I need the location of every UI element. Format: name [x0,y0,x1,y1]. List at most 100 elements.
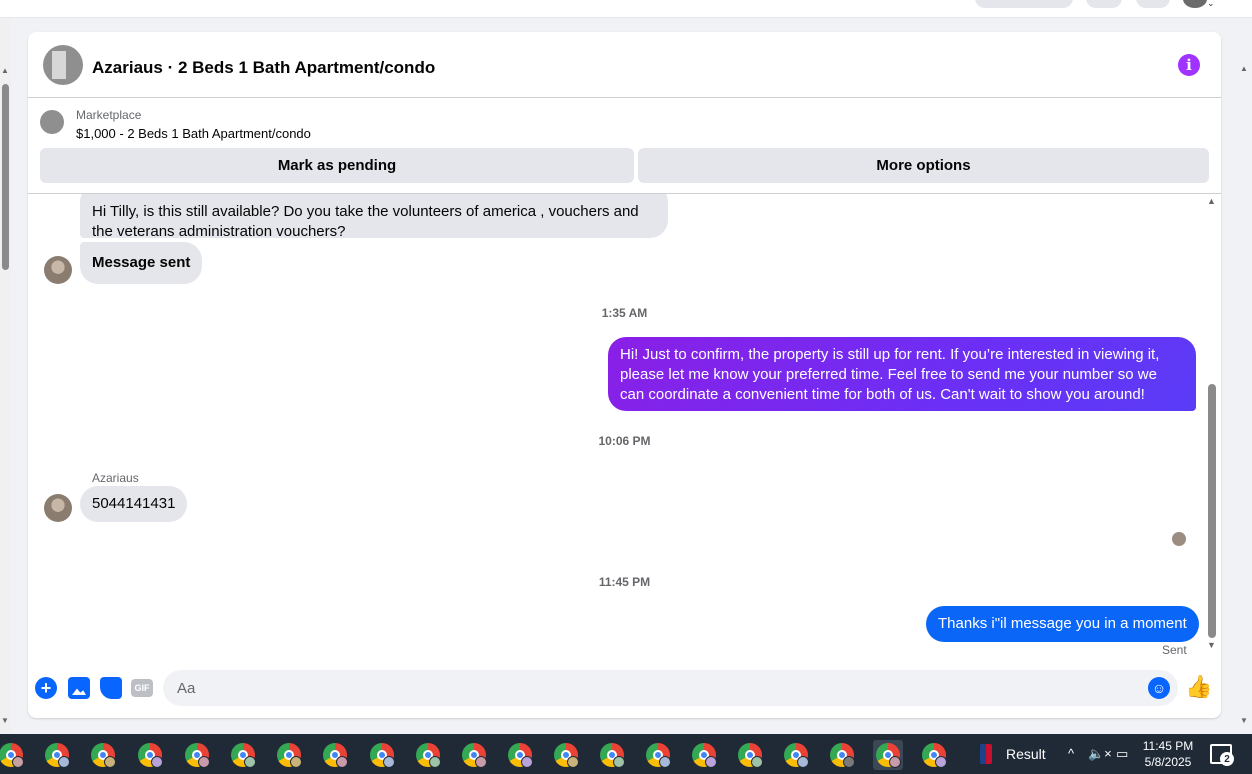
taskbar: Result ^ 🔈× ▭ 11:45 PM 5/8/2025 2 [0,734,1252,774]
profile-badge-icon [290,756,302,768]
chrome-profile-taskbar-button[interactable] [0,740,26,770]
seen-by-avatar [1172,532,1186,546]
network-icon[interactable]: ▭ [1116,746,1128,762]
top-nav-button[interactable] [1136,0,1170,8]
browser-top-strip: ⌄ [0,0,1252,18]
message-thread[interactable]: Hi Tilly, is this still available? Do yo… [28,194,1221,666]
scroll-up-icon[interactable]: ▲ [1207,196,1216,206]
incoming-message[interactable]: Message sent [80,242,203,284]
profile-badge-icon [751,756,763,768]
chrome-profile-taskbar-button[interactable] [735,740,765,770]
scroll-down-icon[interactable]: ▼ [1,716,9,725]
tray-caret-icon[interactable]: ^ [1068,746,1074,761]
profile-badge-icon [935,756,947,768]
profile-badge-icon [58,756,70,768]
page-scrollbar[interactable]: ▲ ▼ [0,18,11,732]
chrome-profile-taskbar-button[interactable] [919,740,949,770]
nba-icon[interactable] [980,744,992,764]
outgoing-message[interactable]: Hi! Just to confirm, the property is sti… [608,337,1196,411]
incoming-message[interactable]: Hi Tilly, is this still available? Do yo… [80,194,668,240]
chat-window: Azariaus · 2 Beds 1 Bath Apartment/condo… [28,32,1221,718]
chrome-profile-taskbar-button[interactable] [228,740,258,770]
chrome-profile-taskbar-button[interactable] [42,740,72,770]
chrome-profile-taskbar-button[interactable] [182,740,212,770]
marketplace-label: Marketplace [76,108,142,122]
profile-badge-icon [521,756,533,768]
profile-badge-icon [429,756,441,768]
volume-muted-icon[interactable]: 🔈× [1088,746,1112,762]
chevron-down-icon[interactable]: ⌄ [1207,0,1215,9]
photo-icon[interactable] [68,677,90,699]
profile-badge-icon [567,756,579,768]
scrollbar-thumb[interactable] [2,84,9,270]
scroll-down-icon[interactable]: ▼ [1207,640,1216,650]
profile-badge-icon [244,756,256,768]
chat-header: Azariaus · 2 Beds 1 Bath Apartment/condo… [28,32,1221,98]
sticker-icon[interactable] [100,677,122,699]
chrome-profile-taskbar-button[interactable] [827,740,857,770]
chrome-profile-taskbar-button[interactable] [274,740,304,770]
thread-scrollbar[interactable]: ▲ ▼ [1206,194,1218,666]
emoji-icon[interactable]: ☺ [1148,677,1170,699]
page-scrollbar-right[interactable]: ▲ ▼ [1236,18,1252,732]
chat-title[interactable]: Azariaus · 2 Beds 1 Bath Apartment/condo [92,58,435,78]
taskbar-result-label[interactable]: Result [1006,746,1046,762]
profile-badge-icon [336,756,348,768]
sender-avatar[interactable] [44,494,72,522]
top-nav-pill[interactable] [975,0,1073,8]
mark-as-pending-button[interactable]: Mark as pending [40,148,634,183]
chrome-profile-taskbar-button[interactable] [597,740,627,770]
chrome-profile-taskbar-button[interactable] [689,740,719,770]
marketplace-listing-bar: Marketplace $1,000 - 2 Beds 1 Bath Apart… [28,98,1221,194]
incoming-message[interactable]: 5044141431 [80,486,188,522]
info-icon[interactable]: i [1178,54,1200,76]
message-input[interactable] [163,670,1178,706]
message-timestamp: 1:35 AM [601,306,648,320]
chrome-profile-taskbar-button[interactable] [781,740,811,770]
message-timestamp: 10:06 PM [598,434,651,448]
chrome-profile-taskbar-button[interactable] [320,740,350,770]
chrome-profile-taskbar-button[interactable] [643,740,673,770]
listing-thumbnail[interactable] [40,110,64,134]
profile-badge-icon [104,756,116,768]
chrome-profile-taskbar-button[interactable] [88,740,118,770]
notification-count: 2 [1220,752,1234,766]
chrome-profile-taskbar-button[interactable] [413,740,443,770]
profile-badge-icon [613,756,625,768]
sent-status: Sent [1162,643,1187,657]
scroll-down-icon[interactable]: ▼ [1240,716,1248,725]
more-options-button[interactable]: More options [638,148,1209,183]
chrome-profile-taskbar-button[interactable] [873,740,903,770]
notification-icon[interactable]: 2 [1210,744,1234,766]
scroll-up-icon[interactable]: ▲ [1240,64,1248,73]
profile-badge-icon [475,756,487,768]
scroll-up-icon[interactable]: ▲ [1,66,9,75]
sender-avatar[interactable] [44,256,72,284]
clock-time: 11:45 PM [1142,739,1194,753]
chrome-profile-taskbar-button[interactable] [459,740,489,770]
scrollbar-thumb[interactable] [1208,384,1216,638]
listing-avatar[interactable] [43,45,83,85]
account-avatar[interactable] [1183,0,1207,8]
top-nav-button[interactable] [1086,0,1122,8]
profile-badge-icon [889,756,901,768]
profile-badge-icon [797,756,809,768]
profile-badge-icon [705,756,717,768]
like-icon[interactable]: 👍 [1185,674,1212,699]
taskbar-clock[interactable]: 11:45 PM 5/8/2025 [1140,738,1196,770]
gif-icon[interactable]: GIF [131,679,153,697]
outgoing-message[interactable]: Thanks i"il message you in a moment [926,606,1199,642]
clock-date: 5/8/2025 [1144,755,1192,769]
message-composer: + GIF ☺ 👍 [28,666,1221,718]
plus-icon[interactable]: + [35,677,57,699]
profile-badge-icon [383,756,395,768]
profile-badge-icon [659,756,671,768]
message-timestamp: 11:45 PM [598,575,651,589]
profile-badge-icon [151,756,163,768]
chrome-profile-taskbar-button[interactable] [505,740,535,770]
chrome-profile-taskbar-button[interactable] [551,740,581,770]
listing-price-title[interactable]: $1,000 - 2 Beds 1 Bath Apartment/condo [76,126,311,141]
profile-badge-icon [843,756,855,768]
chrome-profile-taskbar-button[interactable] [135,740,165,770]
chrome-profile-taskbar-button[interactable] [367,740,397,770]
